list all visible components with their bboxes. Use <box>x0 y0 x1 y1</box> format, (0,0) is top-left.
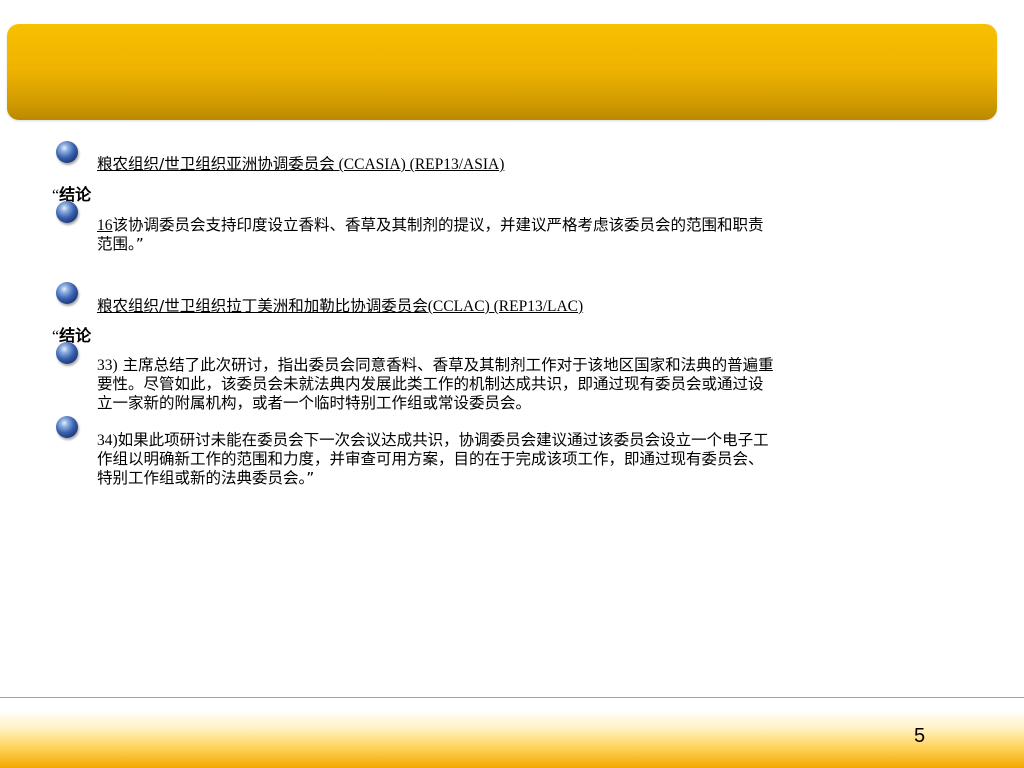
item-text-line: 该协调委员会支持印度设立香料、香草及其制剂的提议，并建议严格考虑该委员会的范围和… <box>112 216 764 234</box>
footer-band <box>0 710 1024 768</box>
title-banner <box>7 24 997 120</box>
item-text-line: 主席总结了此次研讨，指出委员会同意香料、香草及其制剂工作对于该地区国家和法典的普… <box>117 356 774 374</box>
section2-heading-code: (CCLAC) (REP13/LAC) <box>427 298 584 315</box>
item-text-line: 范围。” <box>97 235 144 253</box>
section2-heading-cn: 粮农组织/世卫组织拉丁美洲和加勒比协调委员会 <box>97 297 428 315</box>
page-number: 5 <box>914 725 926 747</box>
section2-item-34: 34)如果此项研讨未能在委员会下一次会议达成共识，协调委员会建议通过该委员会设立… <box>97 431 972 488</box>
item-text-line: 要性。尽管如此，该委员会未就法典内发展此类工作的机制达成共识，即通过现有委员会或… <box>97 375 764 393</box>
item-text-line: 特别工作组或新的法典委员会。” <box>97 469 315 487</box>
bullet-icon <box>56 282 78 304</box>
section1-heading: 粮农组织/世卫组织亚洲协调委员会 (CCASIA) (REP13/ASIA) <box>97 155 504 174</box>
item-number: 16 <box>97 217 113 234</box>
section1-heading-code: (CCASIA) (REP13/ASIA) <box>334 156 505 173</box>
section1-heading-cn: 粮农组织/世卫组织亚洲协调委员会 <box>97 155 335 173</box>
item-text-line: 立一家新的附属机构，或者一个临时特别工作组或常设委员会。 <box>97 394 532 412</box>
section2-item-33: 33) 主席总结了此次研讨，指出委员会同意香料、香草及其制剂工作对于该地区国家和… <box>97 356 972 413</box>
bullet-icon <box>56 141 78 163</box>
item-text-line: 如果此项研讨未能在委员会下一次会议达成共识，协调委员会建议通过该委员会设立一个电… <box>117 431 769 449</box>
item-number: 33) <box>97 357 118 374</box>
bullet-icon <box>56 342 78 364</box>
bullet-icon <box>56 416 78 438</box>
footer-divider <box>0 697 1024 698</box>
bullet-icon <box>56 201 78 223</box>
section2-heading: 粮农组织/世卫组织拉丁美洲和加勒比协调委员会(CCLAC) (REP13/LAC… <box>97 297 583 316</box>
section1-item-16: 16该协调委员会支持印度设立香料、香草及其制剂的提议，并建议严格考虑该委员会的范… <box>97 216 972 254</box>
item-number: 34) <box>97 432 118 449</box>
item-text-line: 作组以明确新工作的范围和力度，并审查可用方案，目的在于完成该项工作，即通过现有委… <box>97 450 764 468</box>
